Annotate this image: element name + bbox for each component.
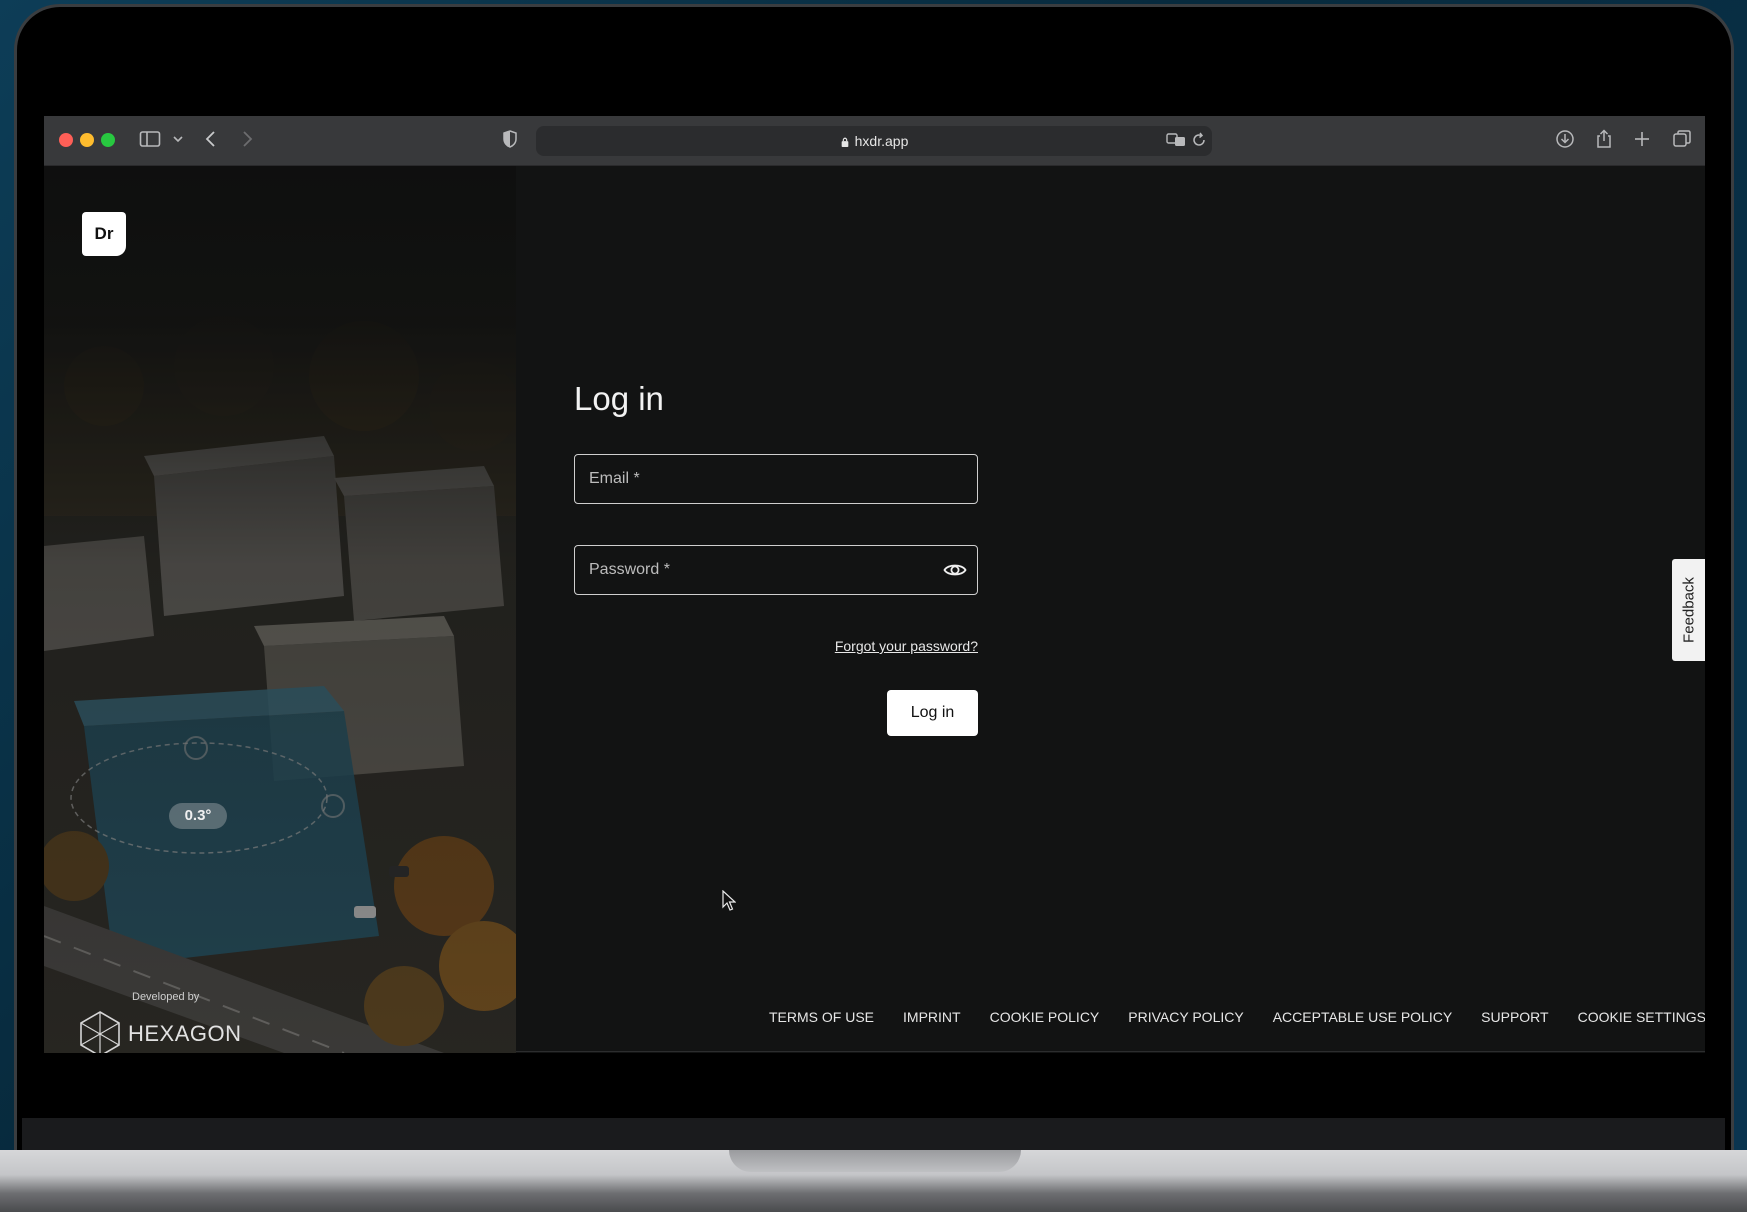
password-field[interactable]: Password * xyxy=(574,545,978,595)
footer-link-cookie-settings[interactable]: COOKIE SETTINGS xyxy=(1578,1009,1705,1025)
close-window-button[interactable] xyxy=(59,133,73,147)
password-placeholder: Password * xyxy=(589,561,670,578)
new-tab-icon[interactable] xyxy=(1633,129,1651,149)
feedback-label: Feedback xyxy=(1680,577,1697,643)
hero-image-panel: 0.3° Developed by HEXAGON xyxy=(44,166,516,1053)
footer-links: TERMS OF USE IMPRINT COOKIE POLICY PRIVA… xyxy=(769,1009,1705,1025)
reload-icon[interactable] xyxy=(1191,131,1207,149)
translate-icon[interactable] xyxy=(1166,131,1186,149)
angle-measurement-badge: 0.3° xyxy=(169,803,227,829)
footer-link-support[interactable]: SUPPORT xyxy=(1481,1009,1548,1025)
tab-overview-icon[interactable] xyxy=(1672,129,1692,149)
footer-link-cookie-policy[interactable]: COOKIE POLICY xyxy=(990,1009,1100,1025)
browser-toolbar: hxdr.app xyxy=(44,116,1705,166)
city-aerial-photo xyxy=(44,166,516,1053)
share-icon[interactable] xyxy=(1595,129,1613,149)
forward-icon[interactable] xyxy=(240,129,254,149)
forgot-password-link[interactable]: Forgot your password? xyxy=(604,638,978,654)
privacy-shield-icon[interactable] xyxy=(502,129,518,149)
page-title: Log in xyxy=(574,380,664,417)
footer-link-acceptable-use[interactable]: ACCEPTABLE USE POLICY xyxy=(1273,1009,1452,1025)
email-placeholder: Email * xyxy=(589,470,640,487)
feedback-tab[interactable]: Feedback xyxy=(1672,559,1705,661)
fullscreen-window-button[interactable] xyxy=(101,133,115,147)
login-button[interactable]: Log in xyxy=(887,690,978,736)
minimize-window-button[interactable] xyxy=(80,133,94,147)
laptop-notch xyxy=(729,1150,1021,1172)
chevron-down-icon[interactable] xyxy=(172,129,184,149)
sidebar-toggle-icon[interactable] xyxy=(139,129,161,149)
hexagon-wordmark: HEXAGON xyxy=(128,1021,242,1046)
downloads-icon[interactable] xyxy=(1555,129,1575,149)
lock-icon xyxy=(841,137,848,147)
back-icon[interactable] xyxy=(204,129,218,149)
mouse-cursor-icon xyxy=(722,890,736,911)
footer-link-privacy[interactable]: PRIVACY POLICY xyxy=(1128,1009,1243,1025)
app-logo[interactable]: Dr xyxy=(82,212,126,256)
footer-link-imprint[interactable]: IMPRINT xyxy=(903,1009,961,1025)
footer-link-terms[interactable]: TERMS OF USE xyxy=(769,1009,874,1025)
email-field[interactable]: Email * xyxy=(574,454,978,504)
address-bar[interactable]: hxdr.app xyxy=(536,126,1212,156)
url-text: hxdr.app xyxy=(854,133,909,149)
browser-window: hxdr.app 0.3° Developed by HEXAGON Dr Lo… xyxy=(44,116,1705,1053)
laptop-bezel xyxy=(22,1118,1725,1150)
show-password-icon[interactable] xyxy=(943,560,967,585)
hexagon-logo: HEXAGON xyxy=(78,1010,242,1053)
hexagon-mark-icon xyxy=(80,1011,120,1053)
footer-divider xyxy=(516,1051,1705,1052)
developed-by-label: Developed by xyxy=(132,991,200,1003)
